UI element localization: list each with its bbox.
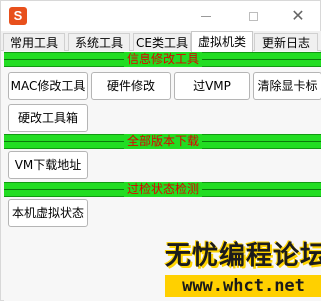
tab-virtual-machine[interactable]: 虚拟机类 (191, 31, 253, 52)
tab-bar: 常用工具 系统工具 CE类工具 虚拟机类 更新日志 (1, 31, 321, 52)
hardware-modify-button[interactable]: 硬件修改 (91, 72, 171, 100)
section-title: 过检状态检测 (123, 182, 203, 197)
app-window: S ✕ 常用工具 系统工具 CE类工具 虚拟机类 更新日志 信息修改工具 MAC… (0, 0, 321, 301)
maximize-icon (248, 11, 258, 21)
tab-system-tools[interactable]: 系统工具 (68, 33, 130, 51)
tab-changelog[interactable]: 更新日志 (254, 33, 318, 51)
mac-modify-tool-button[interactable]: MAC修改工具 (8, 72, 88, 100)
close-icon: ✕ (291, 6, 305, 25)
maximize-button[interactable] (230, 1, 276, 31)
watermark: 无忧编程论坛 www.whct.net (165, 239, 321, 299)
section-header-detection: 过检状态检测 (4, 182, 321, 197)
tab-common-tools[interactable]: 常用工具 (3, 33, 65, 51)
local-vm-status-button[interactable]: 本机虚拟状态 (8, 199, 88, 227)
hard-modify-toolbox-button[interactable]: 硬改工具箱 (8, 104, 88, 132)
watermark-title: 无忧编程论坛 (165, 241, 321, 271)
section-header-downloads: 全部版本下载 (4, 134, 321, 149)
watermark-url: www.whct.net (165, 275, 321, 297)
section-title: 信息修改工具 (123, 52, 203, 67)
tab-ce-tools[interactable]: CE类工具 (133, 33, 191, 51)
bypass-vmp-button[interactable]: 过VMP (174, 72, 250, 100)
app-logo-icon: S (9, 7, 27, 25)
title-bar: S ✕ (1, 1, 320, 31)
close-button[interactable]: ✕ (275, 1, 321, 31)
vm-download-button[interactable]: VM下载地址 (8, 151, 88, 179)
minimize-button[interactable] (183, 1, 229, 31)
section-title: 全部版本下载 (123, 134, 203, 149)
clear-gpu-flag-button[interactable]: 清除显卡标 (253, 72, 321, 100)
minimize-icon (201, 15, 211, 17)
section-header-info-modify: 信息修改工具 (4, 52, 321, 67)
